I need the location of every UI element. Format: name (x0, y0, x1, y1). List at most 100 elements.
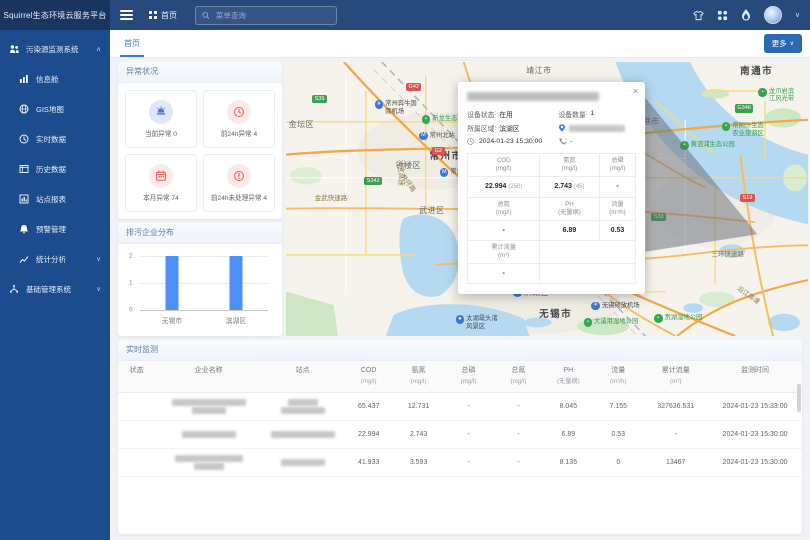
region-field: 所属区域 滨湖区 (467, 123, 558, 133)
device-status-field: 设备状态 在用 (467, 109, 558, 119)
hamburger-menu-icon[interactable] (120, 10, 133, 20)
sidebar-item-statistics-analysis[interactable]: 统计分析∨ (0, 244, 110, 274)
exclamation-icon (227, 164, 251, 188)
metric-name: 累计流量(m³) (468, 240, 540, 263)
app-logo: Squirrel生态环境云服务平台 (0, 0, 110, 30)
top-bar: Squirrel生态环境云服务平台 首页 (0, 0, 810, 30)
empty-cell (540, 263, 636, 283)
chart-category-label: 无锡市 (162, 315, 182, 325)
sidebar-item-label: 站点报表 (36, 194, 66, 205)
map-label: 南通市 (740, 67, 773, 78)
address-field (559, 123, 637, 133)
redacted-text (281, 459, 325, 466)
stats-icon (19, 254, 29, 264)
map-label: •常阴沙生态农业旅游区 (722, 122, 770, 136)
table-row[interactable]: 22.9942.743--6.890.53-2024-01-23 15:30:0… (118, 421, 802, 449)
realtime-monitor-title: 实时监测 (118, 340, 802, 361)
column-header: 企业名称 (156, 361, 262, 392)
search-input[interactable] (214, 10, 330, 21)
calendar-icon (149, 164, 173, 188)
flame-icon[interactable] (741, 9, 751, 21)
anomaly-card-label: 前24h未处理异常 4 (211, 192, 267, 202)
chart-ytick: 2 (129, 253, 133, 260)
sidebar: 污染源监测系统∧信息舱GIS地图实时数据历史数据站点报表预警管理统计分析∨基础管… (0, 30, 110, 540)
sidebar-item-label: GIS地图 (36, 104, 64, 115)
topbar-actions: ∨ (693, 6, 810, 24)
redacted-text (194, 463, 224, 470)
skin-icon[interactable] (693, 10, 704, 21)
metric-value: 0.53 (599, 220, 636, 240)
map-label: M常州北站 (419, 132, 455, 141)
road-badge: S39 (312, 95, 327, 103)
breadcrumb[interactable]: 首页 (149, 10, 177, 21)
poi-g-icon: • (422, 115, 431, 124)
close-icon[interactable]: × (633, 86, 638, 96)
column-header: COD(mg/l) (344, 361, 394, 392)
alert-icon (19, 224, 29, 234)
column-header: 站点 (262, 361, 344, 392)
gis-map[interactable]: × 设备状态 在用 设备数量 1 所属区域 滨湖区 (286, 62, 808, 336)
chart-gridline (140, 283, 268, 284)
avatar[interactable] (764, 6, 782, 24)
metric-value: - (468, 263, 540, 283)
search-icon (202, 11, 210, 20)
popup-pointer (524, 286, 536, 298)
map-label: 靖江市 (526, 66, 552, 75)
map-label: •大溪港湿地公园 (584, 318, 639, 327)
cell-value: 7.155 (593, 403, 643, 410)
popup-metrics-table: COD(mg/l)氨氮(mg/l)总磷(mg/l)22.994 (250)2.7… (467, 153, 636, 284)
sidebar-item-pollution-monitoring-system[interactable]: 污染源监测系统∧ (0, 34, 110, 64)
table-row[interactable]: 41.9333.593--8.1350134672024-01-23 15:30… (118, 449, 802, 477)
anomaly-panel: 异常状况 当前异常 0前24h异常 4本月异常 74前24h未处理异常 4 (118, 62, 282, 219)
map-label: •龙爪岩滨江风光带 (758, 88, 798, 102)
poi-air-icon: ✈ (591, 302, 600, 311)
column-header: 总磷(mg/l) (444, 361, 494, 392)
menu-search[interactable] (195, 6, 337, 25)
column-header: 状态 (118, 361, 156, 392)
road-badge: G42 (406, 83, 421, 91)
sidebar-item-label: 基础管理系统 (26, 284, 71, 295)
sidebar-item-label: 预警管理 (36, 224, 66, 235)
cell-value: 327636.531 (643, 403, 708, 410)
sidebar-item-site-report[interactable]: 站点报表 (0, 184, 110, 214)
sidebar-item-basic-management-system[interactable]: 基础管理系统 ∨ (0, 274, 110, 304)
location-pin-icon (559, 124, 565, 132)
left-column: 异常状况 当前异常 0前24h异常 4本月异常 74前24h未处理异常 4 排污… (118, 62, 282, 336)
cell-value: - (444, 403, 494, 410)
sidebar-item-info-cabin[interactable]: 信息舱 (0, 64, 110, 94)
time-field: 2024-01-23 15:30:00 (467, 138, 558, 145)
chevron-up-icon: ∧ (96, 45, 101, 53)
fullscreen-icon[interactable] (717, 10, 728, 21)
address-redacted (569, 125, 625, 132)
chevron-down-icon: ∨ (96, 285, 101, 293)
sidebar-item-gis-map[interactable]: GIS地图 (0, 94, 110, 124)
poi-air-icon: ✈ (375, 100, 384, 109)
phone-field: - (559, 138, 637, 145)
tab-home[interactable]: 首页 (118, 30, 146, 57)
column-header: PH(无量纲) (543, 361, 593, 392)
table-row[interactable]: 65.43712.731--8.0457.155327636.5312024-0… (118, 393, 802, 421)
chevron-down-icon[interactable]: ∨ (795, 11, 800, 19)
table-scrollbar[interactable] (797, 384, 801, 412)
globe-icon (19, 104, 29, 114)
device-count-field: 设备数量 1 (559, 109, 637, 119)
history-icon (19, 164, 29, 174)
poi-g-icon: • (584, 318, 593, 327)
metric-value: - (468, 220, 540, 240)
sidebar-item-realtime-data[interactable]: 实时数据 (0, 124, 110, 154)
cell-value: 13467 (643, 459, 708, 466)
cell-value: - (493, 431, 543, 438)
cell-enterprise-name (156, 430, 262, 440)
poi-metro-icon: M (419, 132, 428, 141)
chart-icon (19, 74, 29, 84)
road-badge: G2 (432, 147, 444, 155)
anomaly-card-label: 本月异常 74 (143, 192, 179, 202)
cell-site (262, 458, 344, 468)
chart-bar (166, 256, 179, 310)
sidebar-item-history-data[interactable]: 历史数据 (0, 154, 110, 184)
chart-category-label: 滨湖区 (226, 315, 246, 325)
sidebar-item-warning-management[interactable]: 预警管理 (0, 214, 110, 244)
road-badge: S19 (740, 194, 755, 202)
more-button[interactable]: 更多 ∨ (764, 34, 802, 53)
redacted-text (288, 399, 318, 406)
